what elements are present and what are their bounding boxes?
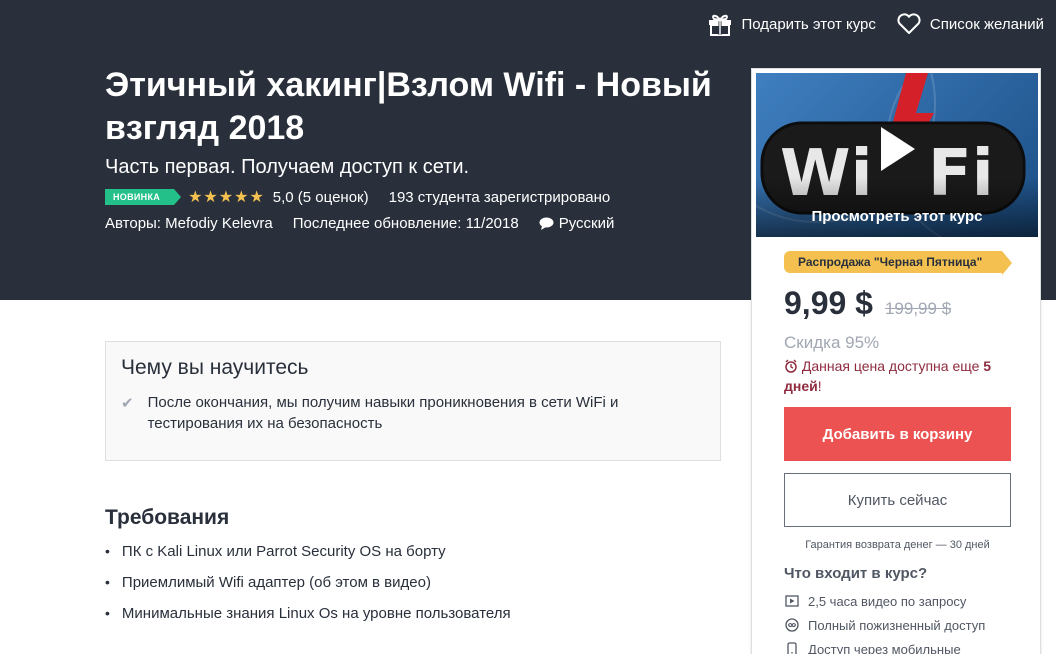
gift-icon <box>707 12 733 36</box>
learn-title: Чему вы научитесь <box>121 356 705 380</box>
list-item: Полный пожизненный доступ <box>784 613 985 637</box>
list-item: 2,5 часа видео по запросу <box>784 589 985 613</box>
includes-title: Что входит в курс? <box>784 565 927 582</box>
students-count: 193 студента зарегистрировано <box>389 189 611 206</box>
preview-label: Просмотреть этот курс <box>756 208 1038 225</box>
timer-text: Данная цена доступна еще <box>802 358 983 374</box>
mobile-icon <box>784 642 800 654</box>
video-icon <box>784 595 800 607</box>
gift-course-button[interactable]: Подарить этот курс <box>707 12 875 36</box>
original-price: 199,99 $ <box>885 299 951 319</box>
requirement-text: Приемлимый Wifi адаптер (об этом в видео… <box>122 574 431 605</box>
play-icon[interactable] <box>877 125 917 173</box>
learn-item-text: После окончания, мы получим навыки прони… <box>148 392 705 434</box>
gift-label: Подарить этот курс <box>741 16 875 33</box>
wishlist-button[interactable]: Список желаний <box>896 12 1044 36</box>
course-subtitle: Часть первая. Получаем доступ к сети. <box>105 156 469 179</box>
what-you-learn: Чему вы научитесь ✔ После окончания, мы … <box>105 341 721 461</box>
price-timer: Данная цена доступна еще 5 дней! <box>784 356 1014 396</box>
requirement-text: ПК с Kali Linux или Parrot Security OS н… <box>122 543 446 574</box>
current-price: 9,99 $ <box>784 285 873 322</box>
includes-list: 2,5 часа видео по запросу Полный пожизне… <box>784 589 985 654</box>
new-badge: НОВИНКА <box>105 189 174 205</box>
course-preview[interactable]: Wi Fi Просмотреть этот курс <box>756 73 1038 237</box>
list-item: Приемлимый Wifi адаптер (об этом в видео… <box>105 574 511 605</box>
heart-icon <box>896 12 922 36</box>
course-meta: Авторы: Mefodiy Kelevra Последнее обновл… <box>105 215 614 232</box>
add-to-cart-button[interactable]: Добавить в корзину <box>784 407 1011 461</box>
requirement-text: Минимальные знания Linux Os на уровне по… <box>122 605 511 636</box>
top-actions: Подарить этот курс Список желаний <box>707 12 1044 36</box>
infinity-icon <box>784 618 800 632</box>
rating-text[interactable]: 5,0 (5 оценок) <box>273 189 369 206</box>
money-back-guarantee: Гарантия возврата денег — 30 дней <box>784 539 1011 551</box>
course-title: Этичный хакинг|Взлом Wifi - Новый взгляд… <box>105 64 725 150</box>
list-item: Доступ через мобильные <box>784 637 985 654</box>
price: 9,99 $ 199,99 $ <box>784 285 951 322</box>
discount: Скидка 95% <box>784 333 879 353</box>
include-label: Доступ через мобильные <box>808 642 961 654</box>
authors[interactable]: Авторы: Mefodiy Kelevra <box>105 215 273 232</box>
timer-end: ! <box>818 378 822 394</box>
preview-overlay <box>756 177 1038 237</box>
learn-item: ✔ После окончания, мы получим навыки про… <box>121 392 705 434</box>
wishlist-label: Список желаний <box>930 16 1044 33</box>
include-label: Полный пожизненный доступ <box>808 618 985 633</box>
requirements-title: Требования <box>105 506 229 530</box>
rating-stars: ★★★★★ <box>188 187 265 207</box>
buy-now-button[interactable]: Купить сейчас <box>784 473 1011 527</box>
check-icon: ✔ <box>121 392 134 434</box>
alarm-clock-icon <box>784 359 798 373</box>
include-label: 2,5 часа видео по запросу <box>808 594 966 609</box>
purchase-card: Wi Fi Просмотреть этот курс Распродажа "… <box>751 68 1041 654</box>
sale-tag: Распродажа "Черная Пятница" <box>784 251 1002 273</box>
list-item: ПК с Kali Linux или Parrot Security OS н… <box>105 543 511 574</box>
speech-bubble-icon <box>539 217 554 230</box>
last-updated: Последнее обновление: 11/2018 <box>293 215 519 232</box>
requirements-list: ПК с Kali Linux или Parrot Security OS н… <box>105 543 511 636</box>
list-item: Минимальные знания Linux Os на уровне по… <box>105 605 511 636</box>
language-label: Русский <box>559 215 615 232</box>
course-stats: НОВИНКА ★★★★★ 5,0 (5 оценок) 193 студент… <box>105 187 610 207</box>
language: Русский <box>539 215 615 232</box>
